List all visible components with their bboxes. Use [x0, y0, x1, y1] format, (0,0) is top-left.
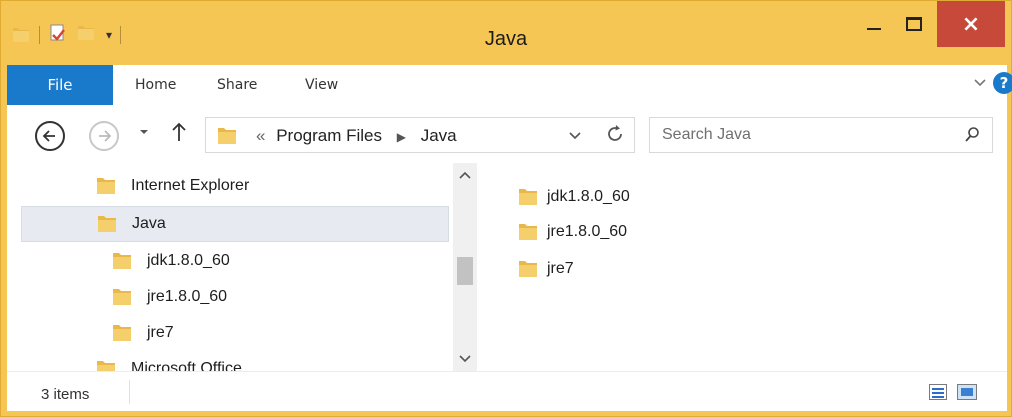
search-box[interactable]	[649, 117, 993, 153]
scroll-up-icon[interactable]	[453, 165, 477, 185]
folder-icon	[517, 259, 539, 279]
item-count: 3 items	[41, 386, 90, 403]
status-separator	[129, 380, 130, 404]
address-bar[interactable]: « Program Files ▶ Java	[205, 117, 635, 153]
tree-item-java[interactable]: Java	[21, 206, 449, 242]
breadcrumb-separator-icon[interactable]: ▶	[397, 130, 406, 144]
file-item-jdk1-8-0-60[interactable]: jdk1.8.0_60	[517, 183, 630, 211]
folder-icon	[111, 251, 133, 271]
breadcrumb-program-files[interactable]: Program Files	[276, 126, 382, 145]
folder-icon	[517, 187, 539, 207]
tree-item-label: Microsoft Office	[131, 360, 242, 371]
minimize-button[interactable]	[851, 1, 897, 47]
scrollbar-thumb[interactable]	[457, 257, 473, 285]
help-icon[interactable]: ?	[993, 72, 1012, 94]
ribbon: File Home Share View ?	[7, 65, 1012, 105]
expand-ribbon-chevron-icon[interactable]	[973, 75, 987, 93]
file-list: jdk1.8.0_60 jre1.8.0_60 jre7	[477, 163, 1007, 371]
nav-pane-scrollbar[interactable]	[453, 163, 477, 371]
large-icons-view-icon[interactable]	[957, 384, 977, 400]
tab-share[interactable]: Share	[217, 77, 257, 93]
breadcrumb-overflow-icon[interactable]: «	[256, 126, 265, 145]
refresh-icon[interactable]	[604, 123, 626, 150]
folder-icon	[96, 214, 118, 234]
tree-item-internet-explorer[interactable]: Internet Explorer	[21, 168, 451, 204]
arrow-up-icon	[172, 122, 186, 141]
address-history-chevron-icon[interactable]	[568, 128, 582, 146]
forward-button[interactable]	[89, 121, 119, 151]
tree-item-label: jre1.8.0_60	[147, 288, 228, 305]
folder-icon	[95, 176, 117, 196]
file-item-jre7[interactable]: jre7	[517, 255, 574, 283]
scroll-down-icon[interactable]	[453, 349, 477, 369]
maximize-icon	[906, 17, 922, 31]
file-item-jre1-8-0-60[interactable]: jre1.8.0_60	[517, 218, 627, 246]
up-button[interactable]	[171, 121, 187, 148]
breadcrumb: « Program Files ▶ Java	[256, 126, 457, 146]
arrow-left-icon	[42, 130, 55, 142]
navigation-bar: « Program Files ▶ Java	[7, 105, 1007, 163]
tree-item-microsoft-office[interactable]: Microsoft Office	[21, 351, 451, 371]
folder-icon	[216, 125, 238, 147]
explorer-window: ▾ Java × File Home Share View ? « Progra…	[0, 0, 1012, 417]
content-area: Internet Explorer Java jdk1.8.0_60 jre1.…	[7, 163, 1007, 371]
arrow-right-icon	[99, 130, 112, 142]
tree-item-label: jdk1.8.0_60	[147, 252, 230, 269]
search-input[interactable]	[662, 124, 942, 146]
tab-home[interactable]: Home	[135, 77, 176, 93]
breadcrumb-java[interactable]: Java	[421, 126, 457, 145]
title-bar[interactable]: ▾ Java ×	[1, 1, 1011, 61]
tree-item-jre7[interactable]: jre7	[21, 315, 451, 351]
tree-item-label: Internet Explorer	[131, 177, 250, 194]
tree-item-label: Java	[132, 215, 166, 232]
file-item-label: jre7	[547, 260, 574, 277]
minimize-icon	[867, 28, 881, 30]
recent-locations-chevron-icon[interactable]	[139, 127, 149, 140]
tab-view[interactable]: View	[305, 77, 338, 93]
back-button[interactable]	[35, 121, 65, 151]
file-item-label: jre1.8.0_60	[547, 223, 628, 240]
status-bar: 3 items	[7, 371, 1007, 411]
search-icon[interactable]	[964, 125, 980, 145]
folder-icon	[95, 359, 117, 371]
folder-icon	[111, 287, 133, 307]
tree-item-jre1-8-0-60[interactable]: jre1.8.0_60	[21, 279, 451, 315]
close-button[interactable]: ×	[937, 1, 1005, 47]
maximize-button[interactable]	[897, 1, 931, 47]
folder-icon	[517, 222, 539, 242]
tree-item-jdk1-8-0-60[interactable]: jdk1.8.0_60	[21, 243, 451, 279]
details-view-icon[interactable]	[929, 384, 947, 400]
navigation-pane: Internet Explorer Java jdk1.8.0_60 jre1.…	[7, 163, 477, 371]
tree-item-label: jre7	[147, 324, 174, 341]
file-item-label: jdk1.8.0_60	[547, 188, 630, 205]
tab-file[interactable]: File	[7, 65, 113, 105]
folder-icon	[111, 323, 133, 343]
